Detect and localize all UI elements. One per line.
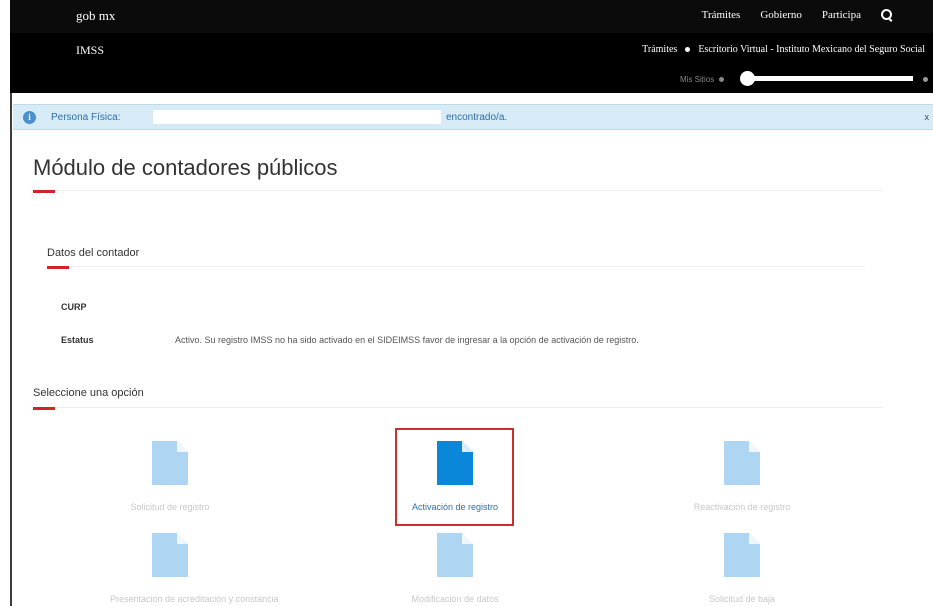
sub-header: IMSS Trámites Escritorio Virtual - Insti…: [10, 33, 933, 93]
gobmx-logo[interactable]: gob mx: [76, 8, 115, 24]
breadcrumb-separator-icon: [685, 47, 691, 52]
alert-suffix: encontrado/a.: [446, 112, 508, 123]
my-sites-link[interactable]: Mis Sitios: [680, 75, 714, 84]
estatus-label: Estatus: [61, 335, 94, 345]
estatus-value: Activo. Su registro IMSS no ha sido acti…: [175, 335, 639, 345]
breadcrumb-tramites[interactable]: Trámites: [642, 44, 677, 55]
option-label: Solicitud de baja: [708, 594, 776, 604]
datos-heading: Datos del contador: [47, 247, 140, 259]
title-divider: [33, 190, 883, 191]
document-icon: [152, 441, 188, 485]
user-avatar-icon[interactable]: [740, 71, 755, 86]
option-reactivacion-registro[interactable]: Reactivación de registro: [682, 441, 802, 512]
document-icon: [152, 533, 188, 577]
selection-highlight: [395, 428, 514, 526]
options-divider: [33, 407, 883, 408]
curp-label: CURP: [61, 302, 87, 312]
option-solicitud-registro[interactable]: Solicitud de registro: [110, 441, 230, 512]
options-accent: [33, 407, 55, 410]
breadcrumb-escritorio[interactable]: Escritorio Virtual - Instituto Mexicano …: [698, 44, 925, 55]
alert-label: Persona Física:: [51, 112, 121, 123]
document-icon: [724, 441, 760, 485]
options-heading: Seleccione una opción: [33, 387, 144, 399]
option-label: Solicitud de registro: [130, 502, 210, 512]
option-modificacion-datos[interactable]: Modificación de datos: [395, 533, 515, 604]
datos-divider: [47, 266, 865, 267]
option-solicitud-baja[interactable]: Solicitud de baja: [682, 533, 802, 604]
top-nav: Trámites Gobierno Participa: [702, 9, 933, 21]
breadcrumb: Trámites Escritorio Virtual - Instituto …: [642, 44, 925, 55]
left-border: [10, 93, 12, 606]
close-icon[interactable]: x: [925, 112, 930, 122]
option-presentacion-acreditacion[interactable]: Presentación de acreditación y constanci…: [110, 533, 279, 604]
site-name[interactable]: IMSS: [76, 43, 104, 58]
page-title: Módulo de contadores públicos: [33, 155, 338, 180]
search-icon[interactable]: [881, 9, 893, 21]
option-label: Presentación de acreditación y constanci…: [110, 594, 279, 604]
option-label: Reactivación de registro: [693, 502, 791, 512]
document-icon: [437, 533, 473, 577]
title-accent: [33, 190, 55, 193]
nav-tramites[interactable]: Trámites: [702, 9, 741, 21]
datos-accent: [47, 266, 69, 269]
document-icon: [724, 533, 760, 577]
redacted-name: [153, 110, 441, 124]
user-bar[interactable]: [748, 76, 913, 81]
info-alert: i Persona Física: encontrado/a. x: [13, 104, 933, 130]
option-label: Modificación de datos: [411, 594, 499, 604]
nav-gobierno[interactable]: Gobierno: [760, 9, 802, 21]
menu-dot-icon[interactable]: [923, 77, 928, 82]
nav-participa[interactable]: Participa: [822, 9, 861, 21]
top-navbar: gob mx Trámites Gobierno Participa: [10, 0, 933, 33]
my-sites-dot-icon: [719, 77, 724, 82]
info-icon: i: [23, 111, 36, 124]
